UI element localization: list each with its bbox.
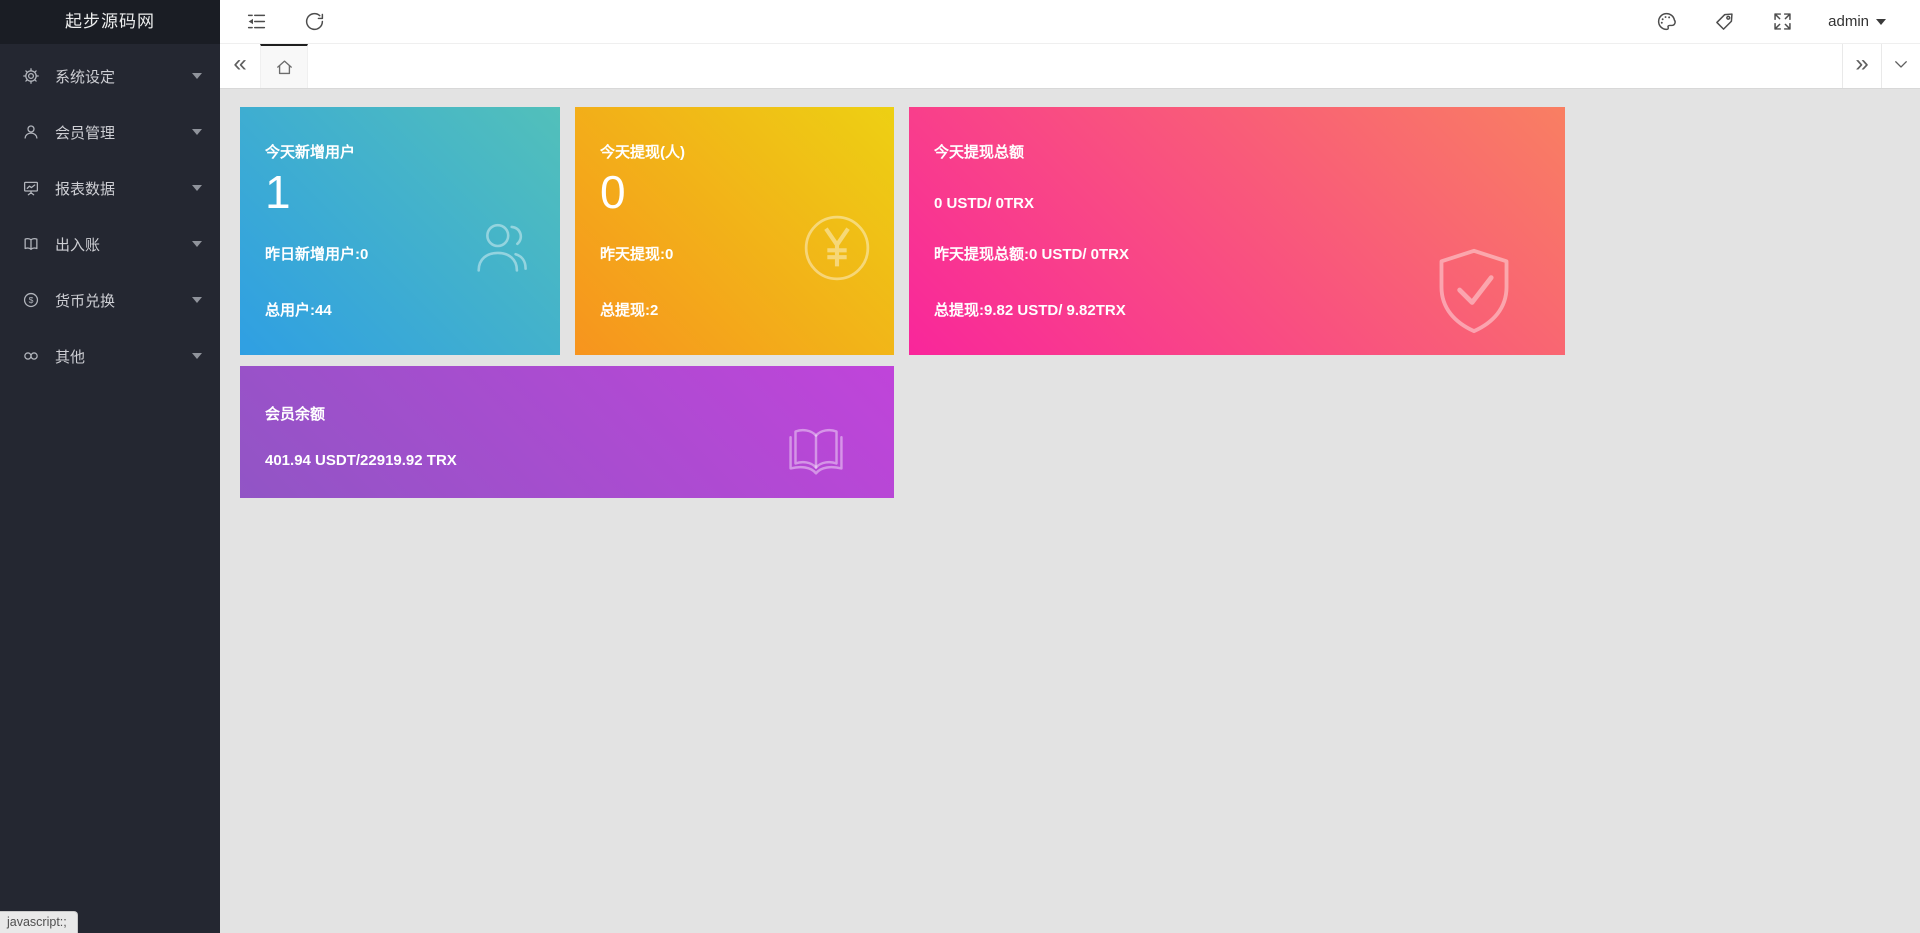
card-title: 会员余额 xyxy=(265,406,326,423)
topbar-right: admin xyxy=(1654,10,1920,34)
stat-card-new-users: 今天新增用户 1 昨日新增用户:0 总用户:44 xyxy=(240,107,560,355)
tab-home[interactable] xyxy=(260,44,308,88)
sidebar-item-label: 报表数据 xyxy=(55,180,116,198)
chevron-down-icon xyxy=(192,353,202,359)
sidebar-item-transactions[interactable]: 出入账 xyxy=(0,216,220,272)
shield-check-icon xyxy=(1433,247,1515,335)
chevron-down-icon xyxy=(192,129,202,135)
card-title: 今天提现(人) xyxy=(600,144,685,161)
topbar-left xyxy=(220,10,326,34)
sidebar-nav: 系统设定 会员管理 报表数据 出入账 $ 货币兑换 其他 xyxy=(0,44,220,384)
card-big-value: 0 xyxy=(600,166,626,218)
card-line: 昨天提现总额:0 USTD/ 0TRX xyxy=(934,246,1130,263)
yen-circle-icon xyxy=(802,213,872,283)
card-big-value: 1 xyxy=(265,166,291,218)
user-menu[interactable]: admin xyxy=(1828,13,1886,30)
tag-icon[interactable] xyxy=(1712,10,1736,34)
dashboard-content: 今天新增用户 1 昨日新增用户:0 总用户:44 今天提现(人) 0 昨天提现:… xyxy=(220,89,1920,933)
home-icon xyxy=(275,58,294,77)
sidebar-item-label: 货币兑换 xyxy=(55,292,116,310)
refresh-icon[interactable] xyxy=(302,10,326,34)
stat-card-withdraw-total: 今天提现总额 0 USTD/ 0TRX 昨天提现总额:0 USTD/ 0TRX … xyxy=(909,107,1565,355)
fullscreen-icon[interactable] xyxy=(1770,10,1794,34)
ledger-book-icon xyxy=(22,235,40,253)
sidebar-item-other[interactable]: 其他 xyxy=(0,328,220,384)
sidebar: 起步源码网 系统设定 会员管理 报表数据 出入账 $ 货币兑换 其他 xyxy=(0,0,220,933)
user-name: admin xyxy=(1828,13,1869,30)
card-line: 总提现:9.82 USTD/ 9.82TRX xyxy=(934,302,1126,319)
sidebar-item-reports[interactable]: 报表数据 xyxy=(0,160,220,216)
card-title: 今天新增用户 xyxy=(265,144,356,161)
open-book-icon xyxy=(784,424,848,480)
chevron-down-icon xyxy=(192,185,202,191)
chevron-down-icon xyxy=(1876,18,1886,25)
card-line: 昨天提现:0 xyxy=(600,246,674,263)
sidebar-item-label: 其他 xyxy=(55,348,86,366)
sidebar-item-label: 会员管理 xyxy=(55,124,116,142)
card-line: 昨日新增用户:0 xyxy=(265,246,369,263)
card-value: 401.94 USDT/22919.92 TRX xyxy=(265,452,457,469)
gear-icon xyxy=(22,67,40,85)
user-icon xyxy=(22,123,40,141)
collapse-menu-icon[interactable] xyxy=(244,10,268,34)
card-value: 0 USTD/ 0TRX xyxy=(934,195,1035,212)
sidebar-item-label: 系统设定 xyxy=(55,68,116,86)
stat-card-withdraw-count: 今天提现(人) 0 昨天提现:0 总提现:2 xyxy=(575,107,894,355)
status-link-preview: javascript:; xyxy=(0,911,78,933)
chevron-down-icon xyxy=(1892,55,1910,73)
stat-card-member-balance: 会员余额 401.94 USDT/22919.92 TRX xyxy=(240,366,894,498)
card-line: 总用户:44 xyxy=(265,302,332,319)
chevron-down-icon xyxy=(192,73,202,79)
sidebar-item-currency-exchange[interactable]: $ 货币兑换 xyxy=(0,272,220,328)
app-title: 起步源码网 xyxy=(0,0,220,44)
tabs-menu-button[interactable] xyxy=(1881,44,1920,88)
palette-icon[interactable] xyxy=(1654,10,1678,34)
link-icon xyxy=(22,347,40,365)
chart-board-icon xyxy=(22,179,40,197)
tabs-scroll-right-button[interactable]: » xyxy=(1842,44,1881,88)
sidebar-item-label: 出入账 xyxy=(55,236,101,254)
svg-text:$: $ xyxy=(29,295,34,305)
dollar-circle-icon: $ xyxy=(22,291,40,309)
tabs-scroll-left-button[interactable]: « xyxy=(220,44,260,88)
tabbar: « » xyxy=(220,44,1920,89)
topbar: admin xyxy=(220,0,1920,44)
admin-dashboard: 起步源码网 系统设定 会员管理 报表数据 出入账 $ 货币兑换 其他 admin… xyxy=(0,0,1920,933)
sidebar-item-members[interactable]: 会员管理 xyxy=(0,104,220,160)
card-line: 总提现:2 xyxy=(600,302,659,319)
chevron-down-icon xyxy=(192,241,202,247)
sidebar-item-system-settings[interactable]: 系统设定 xyxy=(0,48,220,104)
card-title: 今天提现总额 xyxy=(934,144,1025,161)
tabbar-spacer xyxy=(308,44,1842,88)
chevron-down-icon xyxy=(192,297,202,303)
users-icon xyxy=(470,215,536,277)
